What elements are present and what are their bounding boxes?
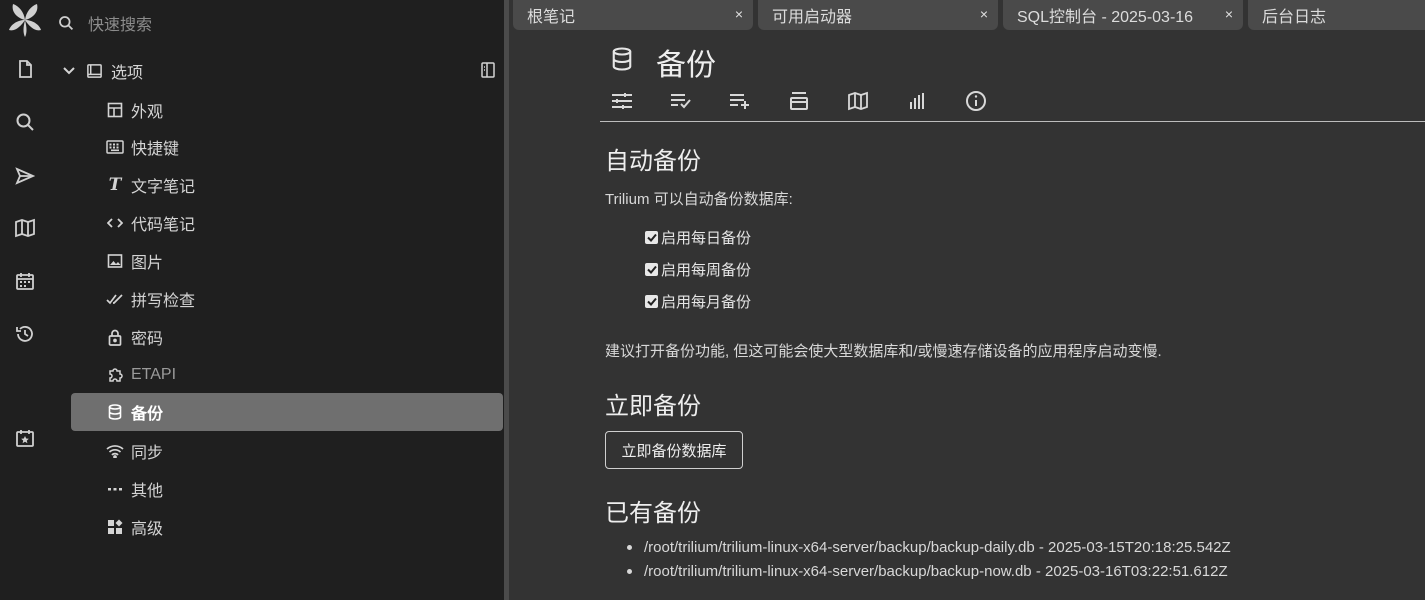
tree-item-label: 高级 <box>131 521 164 538</box>
tree-item-label: 密码 <box>131 331 164 348</box>
search-icon <box>58 15 74 31</box>
monthly-backup-option[interactable]: 启用每月备份 <box>645 291 751 311</box>
keyboard-icon <box>106 138 124 156</box>
book-icon <box>86 63 103 80</box>
database-icon <box>611 47 635 73</box>
close-icon[interactable]: × <box>735 6 743 22</box>
monthly-backup-checkbox[interactable] <box>645 294 658 308</box>
tree-item-code-notes[interactable]: 代码笔记 <box>71 204 503 242</box>
options-icon[interactable] <box>609 88 635 114</box>
info-icon[interactable] <box>963 88 989 114</box>
monthly-backup-label: 启用每月备份 <box>661 293 752 311</box>
backup-recommendation: 建议打开备份功能, 但这可能会使大型数据库和/或慢速存储设备的应用程序启动变慢. <box>605 343 1162 360</box>
collapse-icon[interactable] <box>786 88 812 114</box>
tab-label: 根笔记 <box>527 9 576 26</box>
tree-item-label: 代码笔记 <box>131 217 196 234</box>
auto-backup-heading: 自动备份 <box>605 148 701 175</box>
database-icon <box>106 403 124 421</box>
tree-item-label: 其他 <box>131 483 164 500</box>
tab-root-note[interactable]: 根笔记 × <box>513 0 753 30</box>
tree-item-label: ETAPI <box>131 366 177 383</box>
tab-sql-console[interactable]: SQL控制台 - 2025-03-16 × <box>1003 0 1243 30</box>
chevron-down-icon[interactable] <box>62 64 76 78</box>
tree-item-label: 文字笔记 <box>131 179 196 196</box>
history-icon[interactable] <box>13 322 37 346</box>
tree-item-label: 快捷键 <box>131 141 180 158</box>
note-title[interactable]: 备份 <box>656 40 716 84</box>
tree-item-label: 外观 <box>131 104 164 121</box>
extension-icon <box>106 366 124 384</box>
daily-backup-checkbox[interactable] <box>645 230 658 244</box>
layout-icon <box>106 101 124 119</box>
text-icon: T <box>108 175 122 195</box>
wifi-icon <box>106 442 124 460</box>
quick-search[interactable]: 快速搜索 <box>58 10 152 36</box>
new-note-icon[interactable] <box>13 57 37 81</box>
tree-item-etapi[interactable]: ETAPI <box>71 356 503 394</box>
calendar-icon[interactable] <box>13 269 37 293</box>
backup-file-entry: /root/trilium/trilium-linux-x64-server/b… <box>644 563 1228 580</box>
today-icon[interactable] <box>13 426 37 450</box>
tree-item-sync[interactable]: 同步 <box>71 432 503 470</box>
tab-launchers[interactable]: 可用启动器 × <box>758 0 998 30</box>
code-icon <box>106 214 124 232</box>
launcher-bar <box>0 0 50 600</box>
weekly-backup-checkbox[interactable] <box>645 262 658 276</box>
weekly-backup-label: 启用每周备份 <box>661 261 752 279</box>
widgets-icon <box>106 518 124 536</box>
search-icon[interactable] <box>13 110 37 134</box>
check-double-icon <box>106 290 124 308</box>
send-icon[interactable] <box>13 164 37 188</box>
close-icon[interactable]: × <box>1225 6 1233 22</box>
tab-backend-log[interactable]: 后台日志 <box>1248 0 1425 30</box>
daily-backup-option[interactable]: 启用每日备份 <box>645 227 751 247</box>
tree-item-backup[interactable]: 备份 <box>71 393 503 431</box>
tree-item-label: 备份 <box>131 406 164 423</box>
existing-backups-heading: 已有备份 <box>605 500 701 527</box>
backup-file-entry: /root/trilium/trilium-linux-x64-server/b… <box>644 539 1231 556</box>
daily-backup-label: 启用每日备份 <box>661 229 752 247</box>
bullet-icon <box>627 569 632 574</box>
tree-item-spellcheck[interactable]: 拼写检查 <box>71 280 503 318</box>
dots-icon <box>106 480 124 498</box>
tree-item-label: 拼写检查 <box>131 293 196 310</box>
tab-label: SQL控制台 - 2025-03-16 <box>1017 9 1194 26</box>
stats-icon[interactable] <box>904 88 930 114</box>
tree-item-shortcuts[interactable]: 快捷键 <box>71 128 503 166</box>
tree-item-text-notes[interactable]: T 文字笔记 <box>71 166 503 204</box>
tree-item-password[interactable]: 密码 <box>71 318 503 356</box>
tree-item-label: 同步 <box>131 445 164 462</box>
weekly-backup-option[interactable]: 启用每周备份 <box>645 259 751 279</box>
auto-backup-intro: Trilium 可以自动备份数据库: <box>605 191 793 208</box>
tree-item-appearance[interactable]: 外观 <box>71 91 503 129</box>
pane-resize-handle[interactable] <box>504 0 509 600</box>
tree-root-options[interactable]: 选项 <box>58 56 503 86</box>
list-add-icon[interactable] <box>727 88 753 114</box>
map-icon[interactable] <box>13 216 37 240</box>
tree-root-label: 选项 <box>111 65 144 82</box>
close-icon[interactable]: × <box>980 6 988 22</box>
tab-label: 后台日志 <box>1262 9 1327 26</box>
tree-item-images[interactable]: 图片 <box>71 242 503 280</box>
backup-now-heading: 立即备份 <box>605 393 701 420</box>
image-icon <box>106 252 124 270</box>
hoist-icon[interactable] <box>481 62 495 78</box>
tree-item-label: 图片 <box>131 255 164 272</box>
list-item: /root/trilium/trilium-linux-x64-server/b… <box>627 563 1228 580</box>
backup-now-button[interactable]: 立即备份数据库 <box>605 431 743 469</box>
search-input[interactable]: 快速搜索 <box>88 11 152 35</box>
bullet-icon <box>627 545 632 550</box>
trilium-logo-icon[interactable] <box>5 2 45 38</box>
tab-label: 可用启动器 <box>772 9 853 26</box>
list-item: /root/trilium/trilium-linux-x64-server/b… <box>627 539 1231 556</box>
tree-item-other[interactable]: 其他 <box>71 470 503 508</box>
list-check-icon[interactable] <box>668 88 694 114</box>
map-icon[interactable] <box>845 88 871 114</box>
lock-icon <box>106 328 124 346</box>
tree-item-advanced[interactable]: 高级 <box>71 508 503 546</box>
ribbon-divider <box>600 121 1425 122</box>
